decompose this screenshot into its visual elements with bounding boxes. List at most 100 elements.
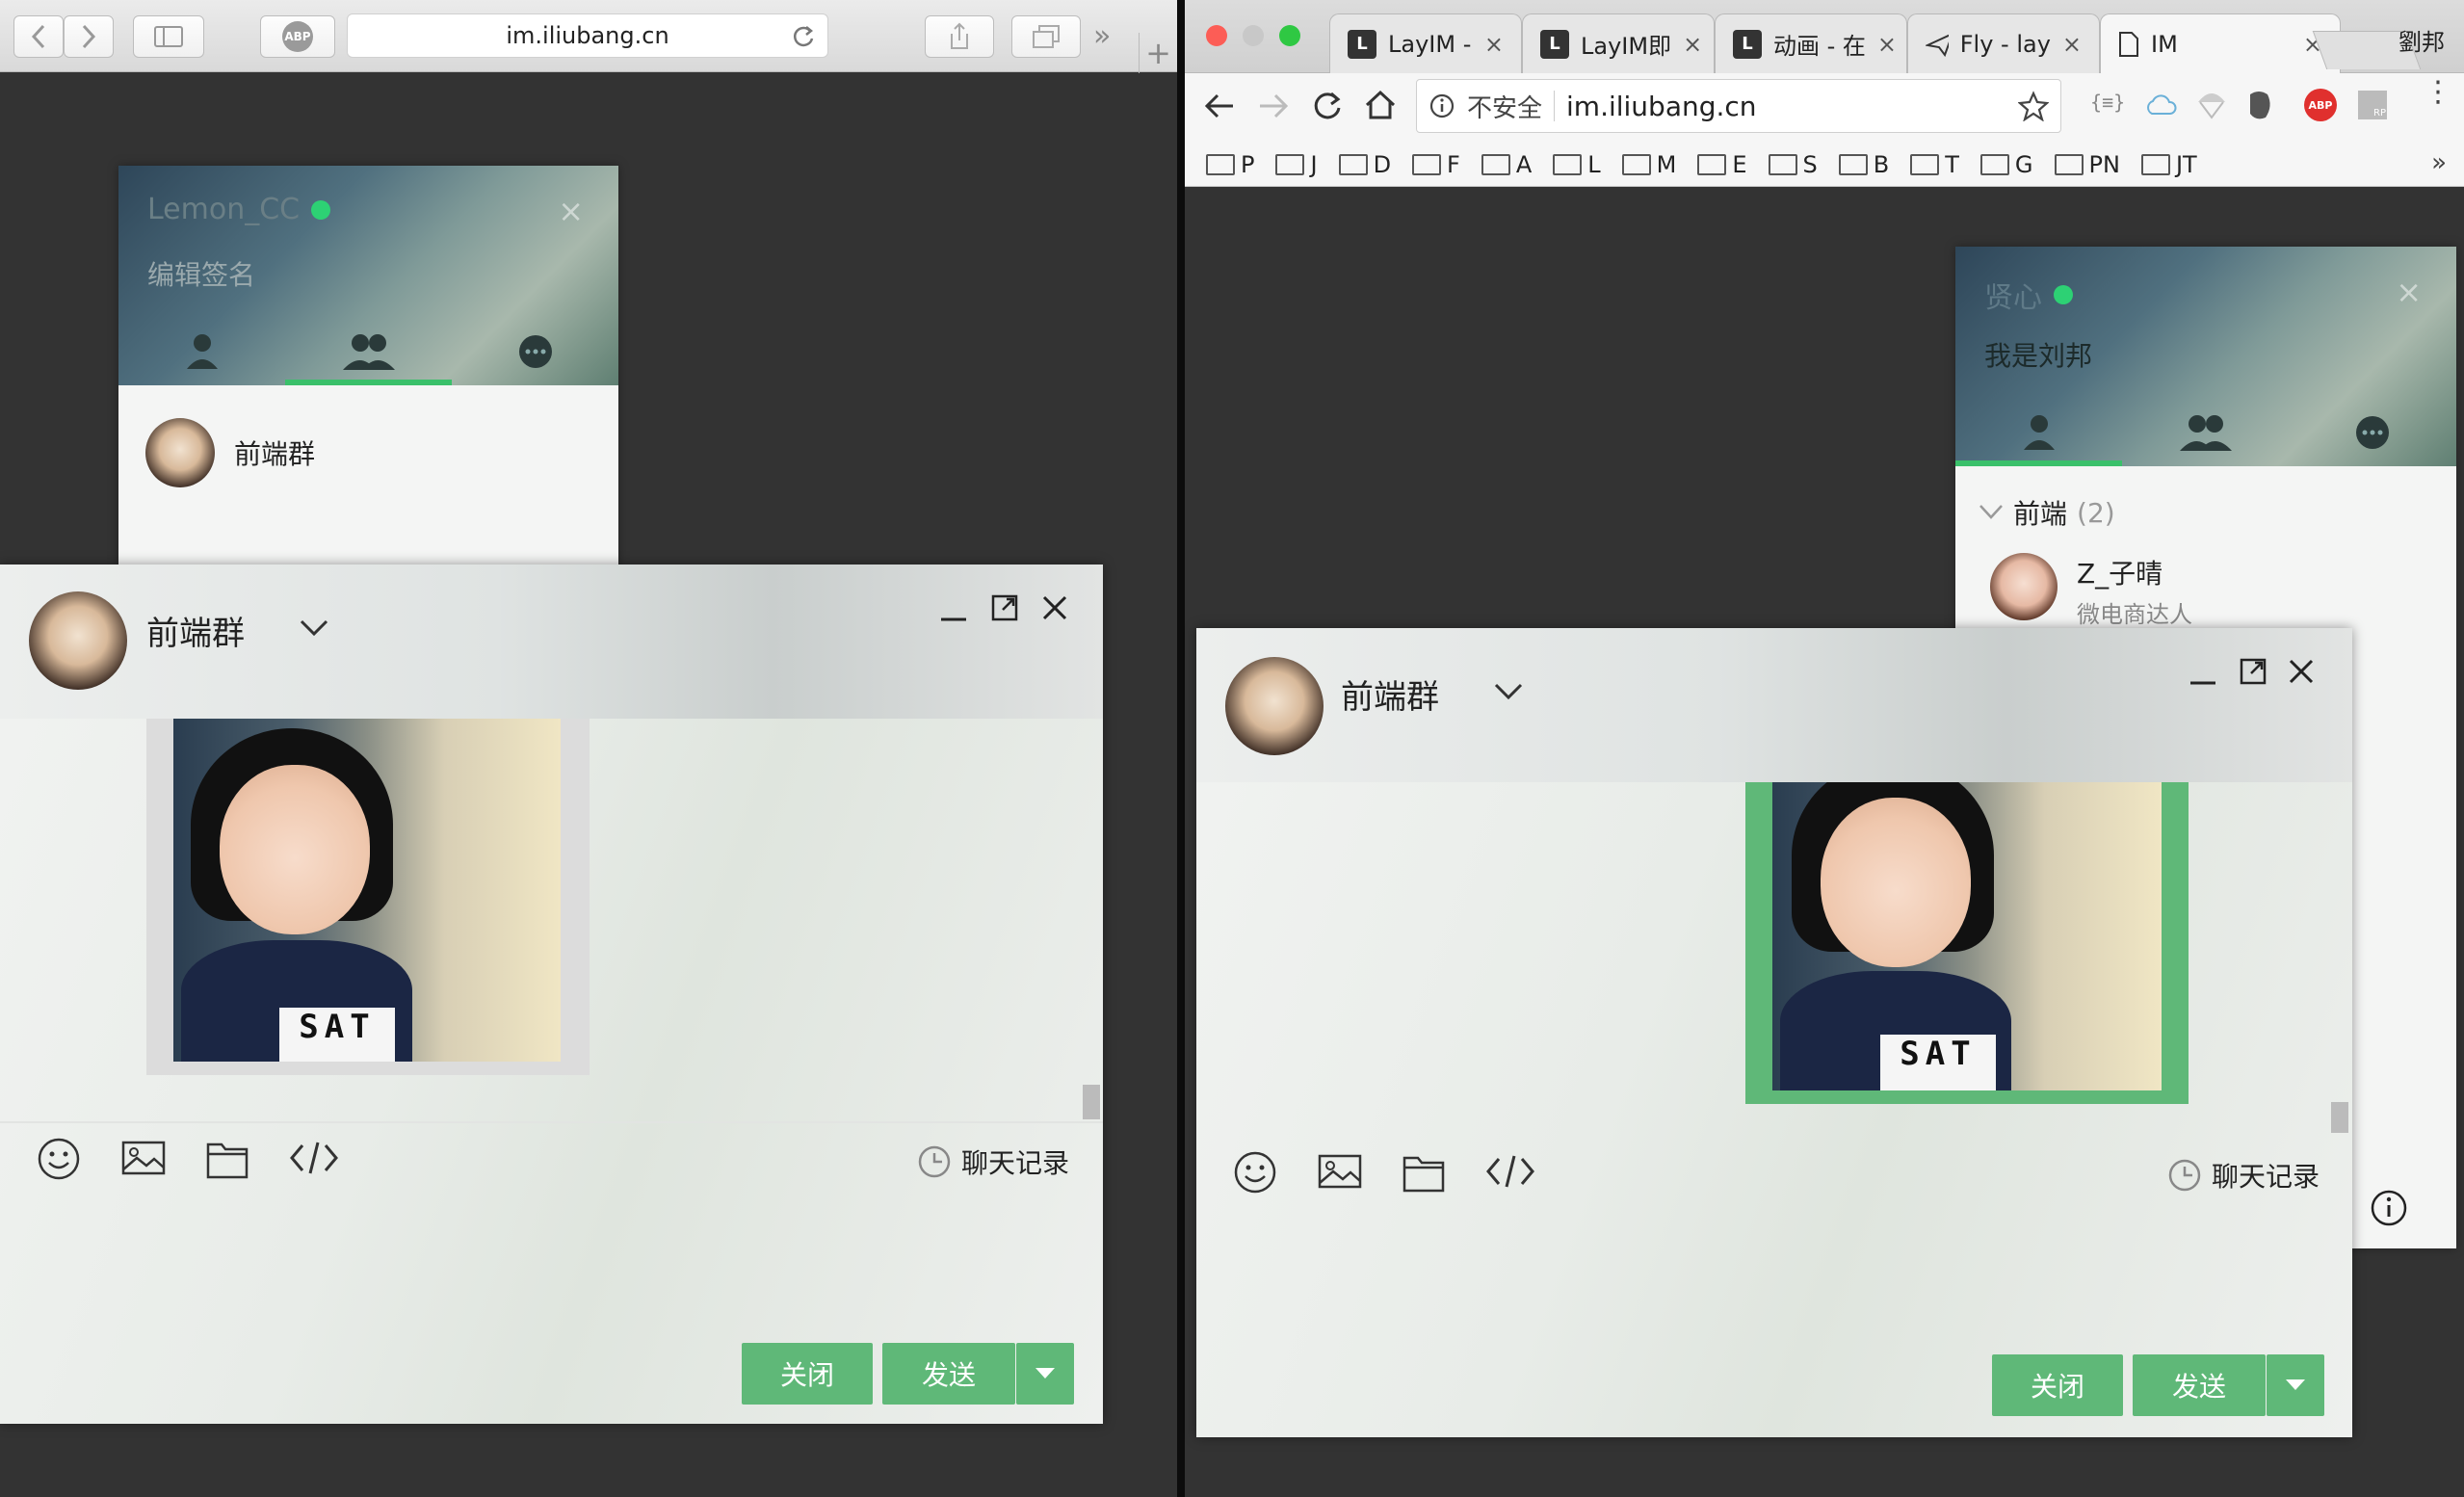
bookmark-folder[interactable]: P [1206, 151, 1254, 178]
image-upload-icon[interactable] [1318, 1154, 1362, 1191]
friend-list-item[interactable]: Z_子晴 微电商达人 [1990, 553, 2192, 629]
signature[interactable]: 编辑签名 [147, 254, 255, 293]
rp-extension-icon[interactable]: RP [2358, 91, 2387, 119]
omnibox[interactable]: 不安全 im.iliubang.cn [1416, 79, 2061, 133]
tab-groups[interactable] [2122, 399, 2289, 466]
address-bar[interactable]: im.iliubang.cn [347, 13, 828, 58]
home-icon[interactable] [1364, 89, 1397, 121]
jsonview-extension-icon[interactable]: {≡} [2090, 91, 2125, 114]
chat-history-button[interactable]: 聊天记录 [917, 1142, 1069, 1181]
parachute-extension-icon[interactable] [2196, 89, 2227, 121]
info-icon[interactable] [1429, 92, 1455, 119]
bookmarks-overflow-icon[interactable]: » [2431, 148, 2447, 177]
evernote-extension-icon[interactable] [2244, 89, 2273, 121]
tab-recent[interactable] [2290, 399, 2456, 466]
tab-close-icon[interactable]: × [1683, 31, 1702, 58]
folder-icon [1553, 153, 1583, 175]
image-message-bubble: SAT [146, 719, 590, 1075]
tab-friends[interactable] [1955, 399, 2122, 466]
group-list-item[interactable]: 前端群 [145, 418, 315, 487]
bookmark-folder[interactable]: G [1979, 151, 2033, 178]
window-minimize-icon[interactable] [1243, 25, 1264, 46]
emoji-icon[interactable] [37, 1137, 81, 1181]
maximize-icon[interactable] [990, 593, 1019, 622]
new-tab-icon[interactable]: + [1139, 33, 1177, 73]
minimize-icon[interactable] [939, 605, 968, 634]
star-icon[interactable] [2018, 91, 2049, 121]
close-icon[interactable]: × [558, 193, 584, 229]
bookmark-folder[interactable]: PN [2054, 151, 2120, 178]
bookmark-folder[interactable]: JT [2140, 151, 2197, 178]
tab-recent[interactable] [452, 318, 618, 385]
close-icon[interactable] [1040, 593, 1069, 622]
folder-icon[interactable] [206, 1139, 249, 1179]
bookmark-folder[interactable]: A [1481, 151, 1532, 178]
window-close-icon[interactable] [1206, 25, 1227, 46]
close-chat-button[interactable]: 关闭 [1992, 1354, 2123, 1416]
back-button[interactable] [13, 15, 64, 58]
bookmark-folder[interactable]: E [1697, 151, 1747, 178]
send-button[interactable]: 发送 [882, 1343, 1015, 1405]
bookmark-folder[interactable]: T [1910, 151, 1959, 178]
safari-toolbar: ABP im.iliubang.cn » + [0, 0, 1177, 73]
sidebar-button[interactable] [133, 15, 204, 58]
back-icon[interactable] [1202, 91, 1237, 121]
cloud-extension-icon[interactable] [2144, 92, 2177, 118]
tab-close-icon[interactable]: × [1877, 31, 1897, 58]
image-upload-icon[interactable] [121, 1141, 166, 1177]
friend-group-header[interactable]: 前端 (2) [1979, 493, 2115, 532]
chevron-down-icon[interactable] [1493, 682, 1524, 701]
code-icon[interactable] [289, 1141, 339, 1175]
menu-icon[interactable]: ⋮ [2424, 78, 2452, 107]
folder-icon[interactable] [1402, 1152, 1445, 1193]
tab-close-icon[interactable]: × [2062, 31, 2082, 58]
bookmark-folder[interactable]: B [1838, 151, 1889, 178]
profile-name[interactable]: 劉邦 [2398, 23, 2445, 57]
tab-5-active[interactable]: IM × [2100, 13, 2341, 73]
info-icon[interactable] [2370, 1189, 2408, 1227]
forward-icon[interactable] [1256, 91, 1291, 121]
chat-history-button[interactable]: 聊天记录 [2167, 1156, 2320, 1195]
bookmark-folder[interactable]: D [1338, 151, 1391, 178]
close-chat-button[interactable]: 关闭 [742, 1343, 873, 1405]
share-icon [951, 22, 968, 49]
send-options-button[interactable] [2267, 1354, 2324, 1416]
emoji-icon[interactable] [1233, 1150, 1277, 1195]
tab-groups[interactable] [285, 318, 452, 385]
bookmark-folder[interactable]: L [1553, 151, 1601, 178]
adblock-button[interactable]: ABP [260, 15, 335, 58]
signature[interactable]: 我是刘邦 [1984, 335, 2092, 374]
bookmark-folder[interactable]: M [1621, 151, 1676, 178]
reload-icon[interactable] [1312, 91, 1343, 121]
code-icon[interactable] [1485, 1154, 1535, 1189]
security-label[interactable]: 不安全 [1467, 89, 1542, 124]
adblock-extension-icon[interactable]: ABP [2304, 89, 2337, 121]
chevron-down-icon[interactable] [299, 618, 329, 638]
tab-2[interactable]: L LayIM即 × [1522, 13, 1715, 73]
reload-icon[interactable] [791, 24, 816, 49]
scrollbar-thumb[interactable] [2331, 1102, 2348, 1133]
tab-1[interactable]: L LayIM - × [1329, 13, 1522, 73]
send-options-button[interactable] [1016, 1343, 1074, 1405]
minimize-icon[interactable] [2189, 669, 2217, 697]
tab-3[interactable]: L 动画 - 在 × [1715, 13, 1907, 73]
window-zoom-icon[interactable] [1279, 25, 1300, 46]
chat-window-left: 前端群 SAT 聊天记录 关闭 发送 [0, 565, 1103, 1424]
forward-button[interactable] [64, 15, 114, 58]
close-icon[interactable] [2287, 657, 2316, 686]
tab-friends[interactable] [118, 318, 285, 385]
share-button[interactable] [925, 15, 994, 58]
maximize-icon[interactable] [2239, 657, 2267, 686]
close-icon[interactable]: × [2396, 274, 2422, 310]
chat-image[interactable]: SAT [173, 719, 561, 1062]
bookmark-folder[interactable]: J [1275, 151, 1318, 178]
scrollbar-thumb[interactable] [1083, 1085, 1100, 1119]
chat-image[interactable]: SAT [1772, 782, 2162, 1090]
tabs-overview-button[interactable] [1011, 15, 1081, 58]
tab-close-icon[interactable]: × [1484, 31, 1504, 58]
bookmark-folder[interactable]: F [1412, 151, 1460, 178]
send-button[interactable]: 发送 [2133, 1354, 2266, 1416]
bookmark-folder[interactable]: S [1768, 151, 1818, 178]
tab-4[interactable]: Fly - lay × [1907, 13, 2100, 73]
chevrons-icon[interactable]: » [1093, 19, 1111, 53]
